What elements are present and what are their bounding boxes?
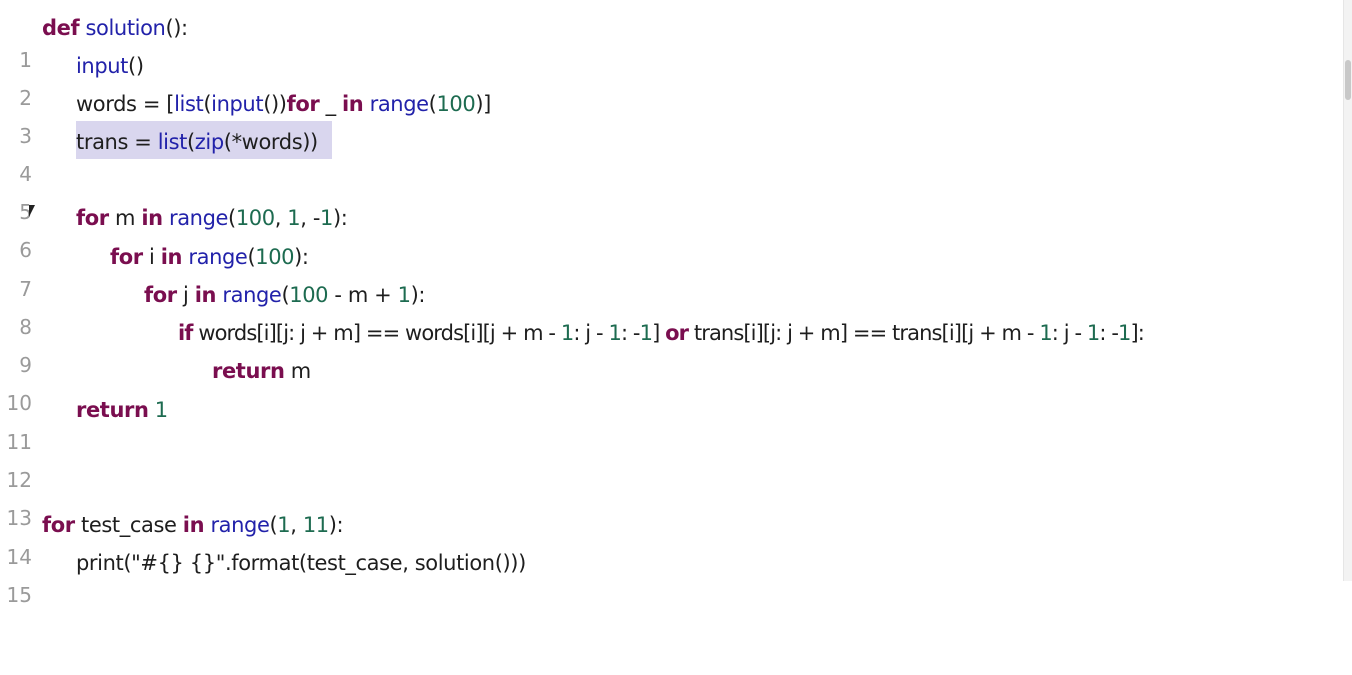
code-text: words = [list(input())for _ in range(100… bbox=[76, 92, 491, 116]
code-line-3[interactable]: 3 words = [list(input())for _ in range(1… bbox=[0, 88, 1344, 148]
code-text: if words[i][j: j + m] == words[i][j + m … bbox=[178, 321, 1145, 345]
code-line-8[interactable]: 8 for j in range(100 - m + 1): bbox=[0, 279, 1344, 339]
line-number: 15 bbox=[6, 583, 32, 607]
code-line-5[interactable]: 5 bbox=[0, 164, 1344, 224]
code-editor[interactable]: 1 def solution(): 2 input() 3 words = [l… bbox=[0, 0, 1344, 607]
code-line-1[interactable]: 1 def solution(): bbox=[0, 12, 1344, 72]
code-line-7[interactable]: 7 for i in range(100): bbox=[0, 241, 1344, 301]
code-text: def solution(): bbox=[42, 16, 188, 40]
mouse-pointer-icon bbox=[29, 205, 35, 217]
code-text: return m bbox=[212, 359, 311, 383]
code-line-11[interactable]: 11 return 1 bbox=[0, 394, 1344, 454]
code-line-15[interactable]: 15 print("#{} {}".format(test_case, solu… bbox=[0, 547, 1344, 607]
code-line-4[interactable]: 4 trans = list(zip(*words)) bbox=[0, 126, 1344, 186]
code-line-6[interactable]: 6 for m in range(100, 1, -1): bbox=[0, 202, 1344, 262]
code-text: for i in range(100): bbox=[110, 245, 309, 269]
code-line-2[interactable]: 2 input() bbox=[0, 50, 1344, 110]
code-line-9[interactable]: 9 if words[i][j: j + m] == words[i][j + … bbox=[0, 317, 1344, 377]
code-text: for m in range(100, 1, -1): bbox=[76, 206, 348, 230]
code-text: input() bbox=[76, 54, 144, 78]
code-line-10[interactable]: 10 return m bbox=[0, 355, 1344, 415]
vertical-scrollbar[interactable] bbox=[1343, 0, 1352, 581]
code-line-14[interactable]: 14 for test_case in range(1, 11): bbox=[0, 509, 1344, 569]
code-text: trans = list(zip(*words)) bbox=[76, 130, 318, 154]
code-text: for test_case in range(1, 11): bbox=[42, 513, 344, 537]
code-text: return 1 bbox=[76, 398, 168, 422]
code-text: for j in range(100 - m + 1): bbox=[144, 283, 426, 307]
scrollbar-thumb[interactable] bbox=[1345, 60, 1351, 100]
code-line-13[interactable]: 13 bbox=[0, 470, 1344, 530]
code-text: print("#{} {}".format(test_case, solutio… bbox=[76, 551, 526, 575]
code-line-12[interactable]: 12 bbox=[0, 432, 1344, 492]
